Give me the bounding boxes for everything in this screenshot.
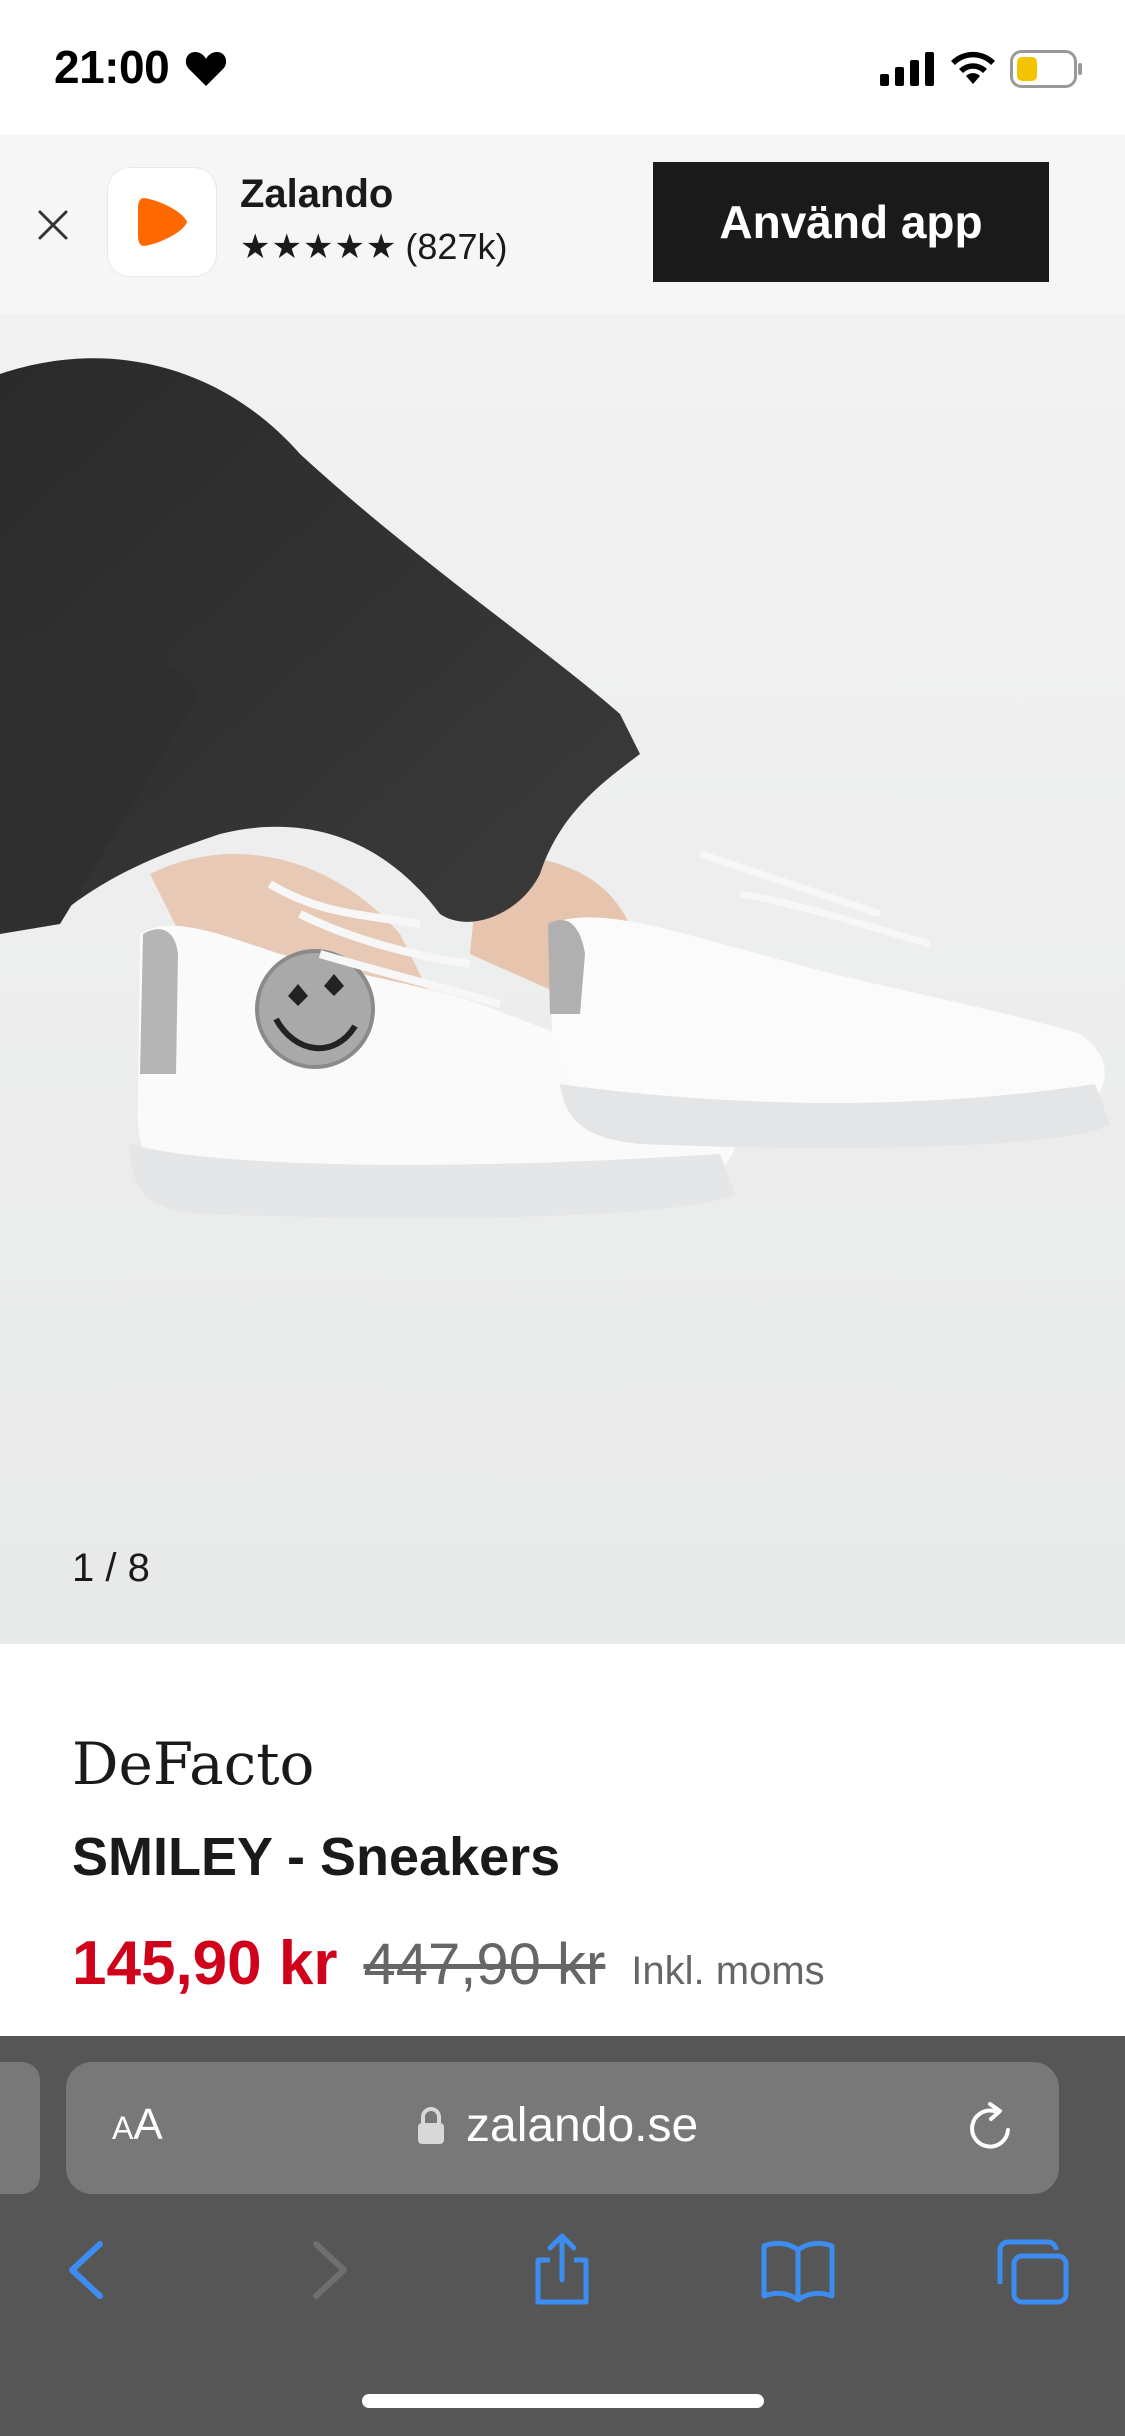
zalando-logo[interactable] [108, 168, 216, 276]
brand-name[interactable]: DeFacto [72, 1730, 314, 1798]
open-app-button[interactable]: Använd app [653, 162, 1049, 282]
text-size-large-glyph: A [133, 2100, 163, 2149]
forward-icon[interactable] [304, 2238, 354, 2302]
app-rating: ★★★★★ (827k) [240, 226, 507, 268]
heart-icon [185, 52, 227, 86]
browser-toolbar: AA zalando.se [0, 2036, 1125, 2436]
text-size-button[interactable]: AA [112, 2100, 163, 2150]
original-price: 447,90 kr [363, 1932, 606, 1997]
app-name: Zalando [240, 172, 394, 216]
text-size-small-glyph: A [112, 2110, 134, 2146]
home-indicator [362, 2394, 764, 2408]
rating-count: (827k) [405, 226, 508, 267]
wifi-icon [951, 51, 995, 84]
address-bar[interactable]: AA zalando.se [66, 2062, 1059, 2194]
lock-icon [418, 2107, 444, 2144]
zalando-logo-icon [138, 198, 188, 246]
product-title: SMILEY - Sneakers [72, 1827, 561, 1887]
sneakers-photo [0, 314, 1125, 1644]
share-icon[interactable] [532, 2232, 592, 2306]
sale-price: 145,90 kr [72, 1929, 338, 1998]
bookmarks-icon[interactable] [760, 2238, 836, 2302]
previous-tab-preview[interactable] [0, 2062, 40, 2194]
reload-icon[interactable] [964, 2102, 1016, 2154]
image-counter: 1 / 8 [72, 1546, 150, 1590]
signal-icon [880, 52, 934, 86]
rating-stars: ★★★★★ [240, 227, 398, 267]
url-text: zalando.se [466, 2099, 699, 2152]
status-time: 21:00 [54, 41, 170, 93]
price-row: 145,90 kr 447,90 kr Inkl. moms [72, 1928, 825, 1999]
back-icon[interactable] [62, 2238, 112, 2302]
battery-icon [1010, 50, 1082, 88]
vat-note: Inkl. moms [631, 1949, 825, 1993]
status-bar: 21:00 [0, 0, 1125, 134]
close-icon[interactable] [32, 204, 74, 246]
product-image[interactable]: 1 / 8 [0, 314, 1125, 1644]
tabs-icon[interactable] [996, 2238, 1070, 2306]
app-banner: Zalando ★★★★★ (827k) Använd app [0, 134, 1125, 314]
